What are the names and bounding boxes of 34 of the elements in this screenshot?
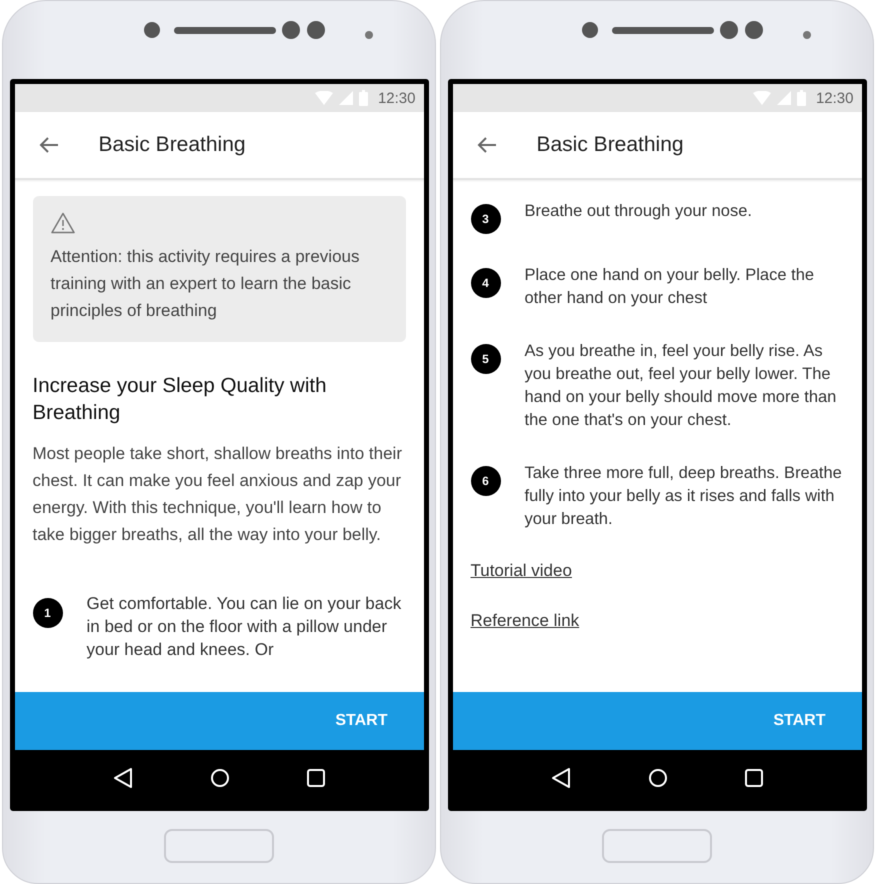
text-link[interactable]: Tutorial video xyxy=(470,561,572,581)
warning-icon xyxy=(50,212,74,234)
step-number: 3 xyxy=(470,204,500,234)
back-nav-icon[interactable] xyxy=(113,767,133,789)
step-number: 4 xyxy=(470,268,500,298)
signal-icon xyxy=(776,91,791,105)
status-time: 12:30 xyxy=(816,90,854,106)
text-link[interactable]: Reference link xyxy=(470,611,580,631)
step-number: 1 xyxy=(32,598,62,628)
screen-title: Basic Breathing xyxy=(536,133,684,157)
back-nav-icon[interactable] xyxy=(551,767,571,789)
status-time: 12:30 xyxy=(378,90,416,106)
home-nav-icon[interactable] xyxy=(648,768,668,788)
back-arrow-icon[interactable] xyxy=(476,136,496,154)
section-heading: Increase your Sleep Quality with Breathing xyxy=(32,373,328,426)
step-text: Breathe out through your nose. xyxy=(524,201,752,222)
wifi-icon xyxy=(314,91,333,105)
step-number: 5 xyxy=(470,344,500,374)
home-nav-icon[interactable] xyxy=(210,768,230,788)
recents-nav-icon[interactable] xyxy=(745,769,763,787)
recents-nav-icon[interactable] xyxy=(307,769,325,787)
description-text: Most people take short, shallow breaths into their chest. It can make you feel anxious and zap your energy. With this technique, you'll learn how to take bigger breaths, all the way into your belly. xyxy=(32,443,403,546)
back-arrow-icon[interactable] xyxy=(38,136,58,154)
warning-text: Attention: this activity requires a previous training with an expert to learn the basic principles of breathing xyxy=(50,246,360,322)
step-number: 6 xyxy=(470,466,500,496)
battery-icon xyxy=(796,90,806,106)
step-text: Place one hand on your belly. Place the other hand on your chest xyxy=(524,265,816,309)
step-text: Take three more full, deep breaths. Breathe fully into your belly as it rises and falls with your breath. xyxy=(524,463,843,530)
signal-icon xyxy=(338,91,353,105)
screen-title: Basic Breathing xyxy=(98,133,246,157)
battery-icon xyxy=(358,90,368,106)
step-text: Get comfortable. You can lie on your back in bed or on the floor with a pillow under your head and knees. Or xyxy=(86,593,402,661)
step-text: As you breathe in, feel your belly rise. As you breathe out, feel your belly lower. The hand on your belly should move more than the one that's on your chest. xyxy=(524,341,838,431)
wifi-icon xyxy=(752,91,771,105)
